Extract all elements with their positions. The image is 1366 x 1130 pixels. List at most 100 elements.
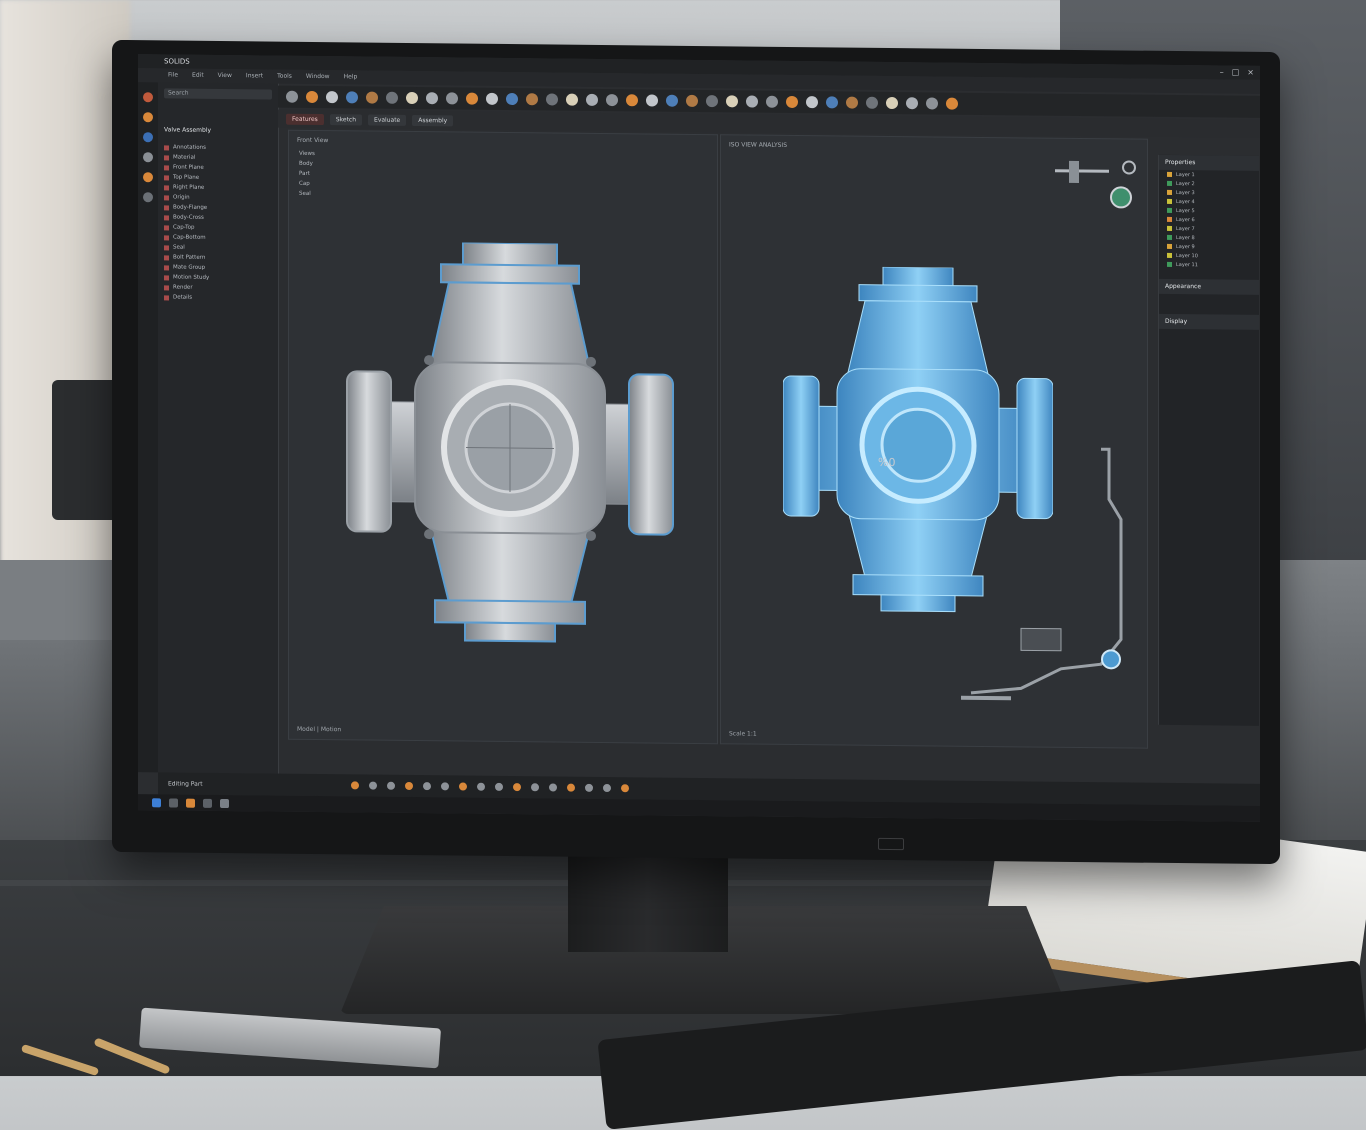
mini-tree-item[interactable]: Views [299,151,315,161]
status-tool-icon[interactable] [404,781,413,791]
minimize-icon[interactable]: – [1220,67,1224,76]
taskbar-icon[interactable] [203,798,212,808]
ribbon-tool-icon[interactable] [666,94,678,107]
ribbon-tool-icon[interactable] [306,90,318,104]
ribbon-tool-icon[interactable] [686,94,698,107]
tool-icon[interactable] [143,112,153,123]
ribbon-tool-icon[interactable] [906,97,918,110]
appearance-section[interactable]: Appearance [1159,278,1259,295]
ribbon-tool-icon[interactable] [866,96,878,109]
status-tool-icon[interactable] [458,782,467,791]
tree-item[interactable]: Render [164,282,209,292]
menu-file[interactable]: File [168,68,178,82]
tree-item[interactable]: Front Plane [164,162,209,172]
ribbon-tool-icon[interactable] [886,96,898,110]
ribbon-tool-icon[interactable] [766,95,778,108]
status-tool-icon[interactable] [350,781,359,790]
ribbon-tool-icon[interactable] [546,93,558,106]
tool-icon[interactable] [143,92,153,103]
ribbon-tool-icon[interactable] [506,92,518,106]
ribbon-tool-icon[interactable] [606,94,618,107]
tool-icon[interactable] [143,132,153,143]
tool-icon[interactable] [143,152,153,163]
ribbon-tool-icon[interactable] [626,94,638,107]
tree-item[interactable]: Origin [164,192,209,202]
property-row[interactable]: Layer 11 [1159,260,1259,270]
maximize-icon[interactable]: □ [1232,68,1240,77]
tree-item[interactable]: Material [164,152,209,162]
ribbon-tool-icon[interactable] [566,93,578,106]
menu-edit[interactable]: Edit [192,69,204,83]
status-tool-icon[interactable] [422,782,431,791]
tab-features[interactable]: Features [286,113,324,125]
tree-item[interactable]: Details [164,292,209,302]
ribbon-tool-icon[interactable] [386,91,398,104]
menu-tools[interactable]: Tools [277,70,292,84]
tree-item[interactable]: Annotations [164,142,209,152]
tool-icon[interactable] [143,192,153,203]
mini-tree-item[interactable]: Part [299,171,315,181]
status-tool-icon[interactable] [494,782,503,791]
ribbon-tool-icon[interactable] [326,91,338,104]
status-tool-icon[interactable] [548,783,557,792]
status-tool-icon[interactable] [386,781,395,790]
tree-item[interactable]: Mate Group [164,262,209,272]
status-tool-icon[interactable] [368,781,377,790]
close-icon[interactable]: × [1247,68,1254,77]
orientation-gizmo[interactable] [1049,153,1139,214]
ribbon-tool-icon[interactable] [366,91,378,104]
tree-item[interactable]: Cap-Bottom [164,232,209,242]
tree-item[interactable]: Body-Cross [164,212,209,222]
valve-model-metal[interactable] [345,241,675,664]
status-tool-icon[interactable] [602,783,611,793]
status-tool-icon[interactable] [566,783,575,792]
tool-icon[interactable] [143,172,153,183]
taskbar-icon[interactable] [169,797,178,808]
mini-tree-item[interactable]: Body [299,161,315,171]
status-tool-icon[interactable] [530,783,539,792]
status-tool-icon[interactable] [584,783,593,792]
ribbon-tool-icon[interactable] [786,95,798,109]
ribbon-tool-icon[interactable] [826,96,838,109]
ribbon-tool-icon[interactable] [926,97,938,110]
menu-help[interactable]: Help [344,70,358,84]
tab-assembly[interactable]: Assembly [412,114,454,126]
status-tool-icon[interactable] [620,784,629,793]
ribbon-tool-icon[interactable] [846,96,858,109]
ribbon-tool-icon[interactable] [706,95,718,108]
display-section[interactable]: Display [1159,313,1259,330]
ribbon-tool-icon[interactable] [286,90,298,103]
menu-view[interactable]: View [218,69,232,83]
viewport-left[interactable]: Front View Views Body Part Cap Seal Mode… [288,129,718,745]
tab-evaluate[interactable]: Evaluate [368,114,407,126]
tree-item[interactable]: Bolt Pattern [164,252,209,262]
mini-tree-item[interactable]: Seal [299,191,315,201]
tree-search-input[interactable]: Search [164,88,272,100]
tab-sketch[interactable]: Sketch [329,113,363,125]
ribbon-tool-icon[interactable] [486,92,498,105]
ribbon-tool-icon[interactable] [586,93,598,106]
taskbar-icon[interactable] [220,798,229,808]
tree-item[interactable]: Top Plane [164,172,209,182]
ribbon-tool-icon[interactable] [946,97,958,110]
start-icon[interactable] [152,797,161,807]
mini-tree-item[interactable]: Cap [299,181,315,191]
taskbar-icon[interactable] [186,798,195,808]
tree-item[interactable]: Motion Study [164,272,209,282]
viewport-right[interactable]: ISO VIEW ANALYSIS Scale 1:1 [720,134,1148,749]
ribbon-tool-icon[interactable] [646,94,658,107]
status-tool-icon[interactable] [476,782,485,791]
tree-item[interactable]: Right Plane [164,182,209,192]
ribbon-tool-icon[interactable] [446,92,458,105]
tree-item[interactable]: Body-Flange [164,202,209,212]
tree-item[interactable]: Cap-Top [164,222,209,232]
ribbon-tool-icon[interactable] [426,92,438,105]
menu-window[interactable]: Window [306,70,330,84]
ribbon-tool-icon[interactable] [406,91,418,105]
ribbon-tool-icon[interactable] [346,91,358,104]
ribbon-tool-icon[interactable] [746,95,758,108]
ribbon-tool-icon[interactable] [466,92,478,105]
status-tool-icon[interactable] [512,783,521,792]
ribbon-tool-icon[interactable] [526,93,538,106]
tree-item[interactable]: Seal [164,242,209,252]
